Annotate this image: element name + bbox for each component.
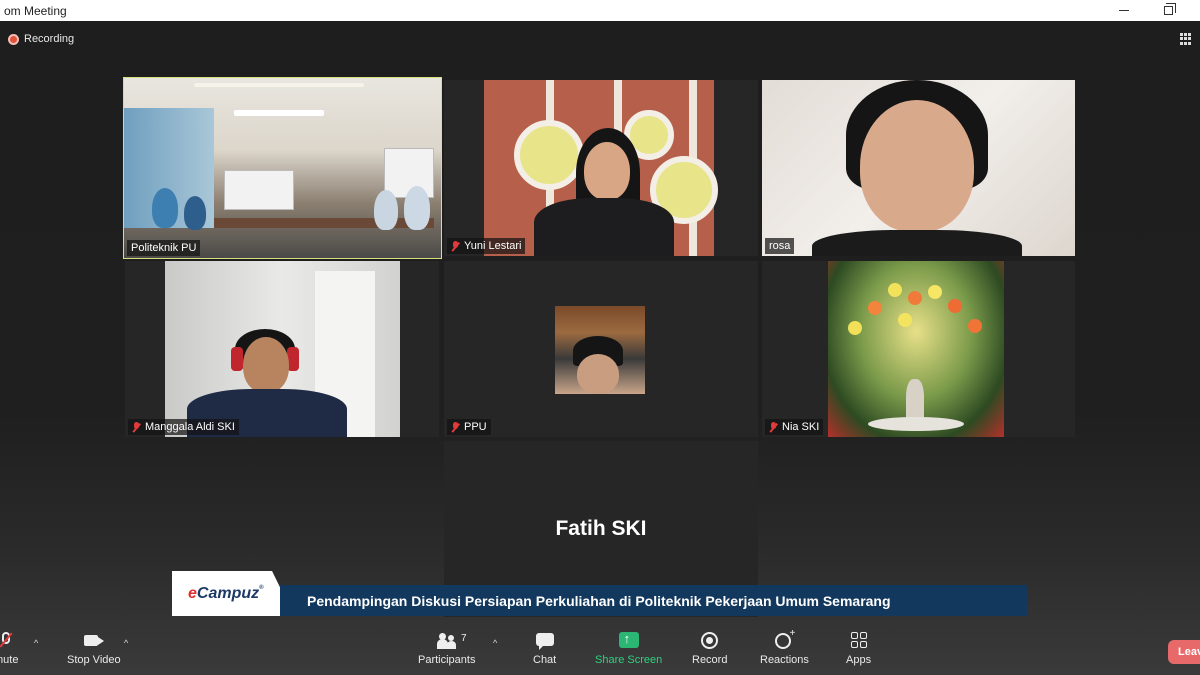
chat-icon <box>534 632 556 650</box>
muted-mic-icon <box>132 421 141 433</box>
leave-button[interactable]: Leave <box>1168 640 1200 664</box>
record-icon <box>699 632 721 650</box>
microphone-muted-icon <box>0 632 17 650</box>
share-screen-button[interactable]: Share Screen <box>595 631 662 666</box>
minimize-icon <box>1119 9 1129 11</box>
video-camera-icon <box>83 632 105 650</box>
unmute-button[interactable]: mute <box>0 632 18 666</box>
participant-name-label: PPU <box>447 419 491 435</box>
restore-button[interactable] <box>1158 2 1178 18</box>
reactions-icon <box>773 628 795 650</box>
participants-icon <box>436 632 458 650</box>
video-tile-ppu[interactable]: PPU <box>444 261 758 437</box>
participants-options-chevron-icon[interactable]: ^ <box>493 638 497 648</box>
apps-icon <box>848 632 870 650</box>
reactions-button[interactable]: Reactions <box>760 628 809 666</box>
participant-video <box>828 261 1004 437</box>
participant-name-label: Nia SKI <box>765 419 824 435</box>
window-titlebar: om Meeting <box>0 0 1200 21</box>
window-title: om Meeting <box>4 3 67 18</box>
muted-mic-icon <box>451 421 460 433</box>
participant-name-label: Yuni Lestari <box>447 238 526 254</box>
video-tile-yuni-lestari[interactable]: Yuni Lestari <box>444 80 758 256</box>
minimize-button[interactable] <box>1114 2 1134 18</box>
grid-view-icon[interactable] <box>1180 33 1192 45</box>
apps-button[interactable]: Apps <box>846 632 871 666</box>
recording-label: Recording <box>24 33 75 45</box>
share-screen-icon <box>618 631 640 650</box>
participant-video <box>484 80 718 256</box>
restore-icon <box>1163 2 1176 15</box>
stop-video-button[interactable]: Stop Video <box>67 632 121 666</box>
recording-indicator[interactable]: Recording <box>8 33 74 45</box>
participant-video <box>762 80 1075 256</box>
participant-avatar-photo <box>555 306 645 394</box>
video-tile-manggala-aldi-ski[interactable]: Manggala Aldi SKI <box>125 261 439 437</box>
classroom-video <box>124 78 441 258</box>
video-tile-nia-ski[interactable]: Nia SKI <box>762 261 1075 437</box>
participant-name-label: Politeknik PU <box>127 240 201 256</box>
news-caption-bar: Pendampingan Diskusi Persiapan Perkuliah… <box>280 585 1027 616</box>
recording-icon <box>8 33 19 45</box>
audio-options-chevron-icon[interactable]: ^ <box>34 638 38 648</box>
video-tile-politeknik-pu[interactable]: Politeknik PU <box>123 77 442 259</box>
caption-text: Pendampingan Diskusi Persiapan Perkuliah… <box>307 592 891 609</box>
muted-mic-icon <box>451 240 460 252</box>
participant-name-centered: Fatih SKI <box>555 517 647 540</box>
video-options-chevron-icon[interactable]: ^ <box>124 638 128 648</box>
video-tile-rosa[interactable]: rosa <box>762 80 1075 256</box>
participant-video <box>165 261 400 437</box>
record-button[interactable]: Record <box>692 632 727 666</box>
chat-button[interactable]: Chat <box>533 632 556 666</box>
participant-name-label: Manggala Aldi SKI <box>128 419 239 435</box>
participant-name-label: rosa <box>765 238 795 254</box>
participants-count-badge: 7 <box>461 633 467 644</box>
muted-mic-icon <box>769 421 778 433</box>
